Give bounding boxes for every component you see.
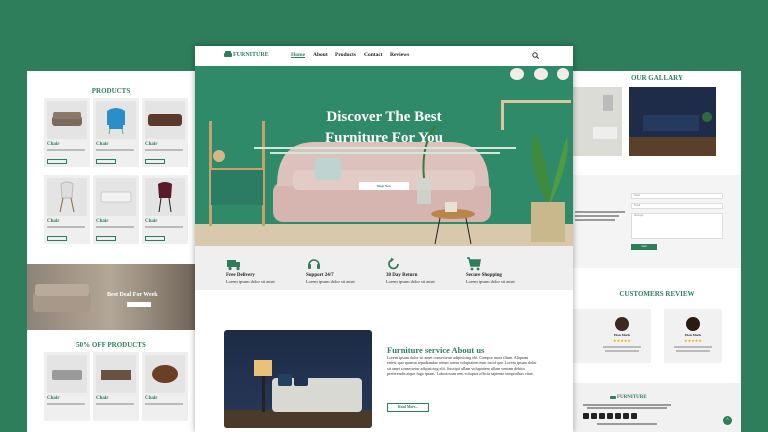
chair-image bbox=[47, 178, 87, 216]
whatsapp-icon[interactable] bbox=[631, 413, 637, 419]
hero-section: Discover The Best Furniture For You Shop … bbox=[195, 66, 573, 246]
rating-stars: ★★★★★ bbox=[684, 338, 702, 343]
sofa-icon bbox=[224, 51, 232, 57]
nav-home[interactable]: Home bbox=[291, 52, 305, 58]
add-button[interactable] bbox=[96, 236, 116, 241]
headset-icon bbox=[308, 259, 320, 269]
gallery-image[interactable] bbox=[573, 87, 622, 156]
arrow-up-icon: ^ bbox=[726, 418, 729, 423]
product-card[interactable]: Chair bbox=[142, 98, 188, 167]
gallery-page-preview: OUR GALLARY Name Email Message Send CUST… bbox=[573, 71, 741, 432]
add-button[interactable] bbox=[96, 159, 116, 164]
banner-button[interactable] bbox=[127, 302, 151, 307]
reviewer-name: Elon Mark bbox=[685, 333, 701, 337]
product-name: Chair bbox=[145, 219, 158, 224]
about-image bbox=[224, 330, 372, 428]
sofa-icon bbox=[610, 396, 616, 399]
products-page-preview: PRODUCTS Chair Chair Chair Chair Chair C… bbox=[27, 71, 195, 432]
review-card: Elon Mark ★★★★★ bbox=[664, 309, 722, 363]
offer-title: 50% OFF PRODUCTS bbox=[76, 341, 146, 349]
reviewer-name: Elon Mark bbox=[614, 333, 630, 337]
email-field[interactable]: Email bbox=[631, 203, 723, 209]
product-card[interactable]: Chair bbox=[44, 175, 90, 244]
nav-contact[interactable]: Contact bbox=[364, 52, 383, 58]
cart-icon bbox=[467, 257, 481, 271]
product-card[interactable]: Chair bbox=[93, 352, 139, 421]
banner-text: Best Deal For Week bbox=[107, 292, 158, 298]
reviews-title: CUSTOMERS REVIEW bbox=[619, 290, 695, 298]
deal-banner: Best Deal For Week bbox=[27, 264, 195, 330]
instagram-icon[interactable] bbox=[599, 413, 605, 419]
sofa-image bbox=[47, 101, 87, 139]
truck-icon bbox=[227, 260, 240, 271]
return-icon bbox=[388, 257, 399, 270]
gallery-title: OUR GALLARY bbox=[630, 74, 684, 82]
products-title: PRODUCTS bbox=[91, 87, 131, 95]
review-card: Elon Mark ★★★★★ bbox=[593, 309, 651, 363]
product-name: Chair bbox=[96, 142, 109, 147]
name-field[interactable]: Name bbox=[631, 193, 723, 199]
twitter-icon[interactable] bbox=[591, 413, 597, 419]
facebook-icon[interactable] bbox=[583, 413, 589, 419]
scroll-top-button[interactable]: ^ bbox=[723, 416, 732, 425]
product-card[interactable]: Chair bbox=[93, 98, 139, 167]
sofa-image bbox=[145, 101, 185, 139]
rating-stars: ★★★★★ bbox=[613, 338, 631, 343]
add-button[interactable] bbox=[47, 159, 67, 164]
read-more-button[interactable]: Read More... bbox=[387, 403, 429, 412]
footer-logo[interactable]: FURNITURE bbox=[610, 395, 647, 400]
product-name: Chair bbox=[96, 396, 109, 401]
product-name: Chair bbox=[145, 396, 158, 401]
footer: FURNITURE bbox=[573, 383, 741, 432]
product-card[interactable]: Chair bbox=[93, 175, 139, 244]
nav-about[interactable]: About bbox=[313, 52, 328, 58]
pinterest-icon[interactable] bbox=[623, 413, 629, 419]
product-name: Chair bbox=[145, 142, 158, 147]
gallery-image[interactable] bbox=[629, 87, 716, 156]
avatar bbox=[615, 317, 629, 331]
contact-section: Name Email Message Send bbox=[573, 175, 741, 268]
pouf-image bbox=[145, 355, 185, 393]
add-button[interactable] bbox=[145, 159, 165, 164]
sofa-image bbox=[96, 178, 136, 216]
product-name: Chair bbox=[96, 219, 109, 224]
product-name: Chair bbox=[47, 219, 60, 224]
linkedin-icon[interactable] bbox=[607, 413, 613, 419]
product-card[interactable]: Chair bbox=[44, 98, 90, 167]
nav-products[interactable]: Products bbox=[335, 52, 356, 58]
product-name: Chair bbox=[47, 142, 60, 147]
product-card[interactable]: Chair bbox=[142, 352, 188, 421]
avatar bbox=[686, 317, 700, 331]
hero-description bbox=[250, 147, 520, 157]
home-page-preview: FURNITURE Home About Products Contact Re… bbox=[195, 46, 573, 432]
armchair-image bbox=[96, 101, 136, 139]
sofa-image bbox=[47, 355, 87, 393]
shop-now-button[interactable]: Shop Now bbox=[359, 182, 409, 190]
site-logo[interactable]: FURNITURE bbox=[224, 51, 269, 58]
product-name: Chair bbox=[47, 396, 60, 401]
add-button[interactable] bbox=[145, 236, 165, 241]
hero-title: Discover The Best Furniture For You bbox=[324, 109, 444, 146]
chair-image bbox=[145, 178, 185, 216]
about-text: Lorem ipsum dolor sit amet consectetur a… bbox=[387, 355, 537, 377]
add-button[interactable] bbox=[47, 236, 67, 241]
nav-reviews[interactable]: Reviews bbox=[390, 52, 409, 58]
features-strip: Free Delivery Lorem ipsum dolor sit amet… bbox=[195, 246, 573, 290]
search-icon[interactable] bbox=[532, 52, 539, 59]
message-field[interactable]: Message bbox=[631, 213, 723, 239]
bench-image bbox=[96, 355, 136, 393]
youtube-icon[interactable] bbox=[615, 413, 621, 419]
about-title: Furniture service About us bbox=[387, 345, 485, 355]
product-card[interactable]: Chair bbox=[142, 175, 188, 244]
navbar: FURNITURE Home About Products Contact Re… bbox=[195, 46, 573, 66]
product-card[interactable]: Chair bbox=[44, 352, 90, 421]
send-button[interactable]: Send bbox=[631, 244, 657, 250]
